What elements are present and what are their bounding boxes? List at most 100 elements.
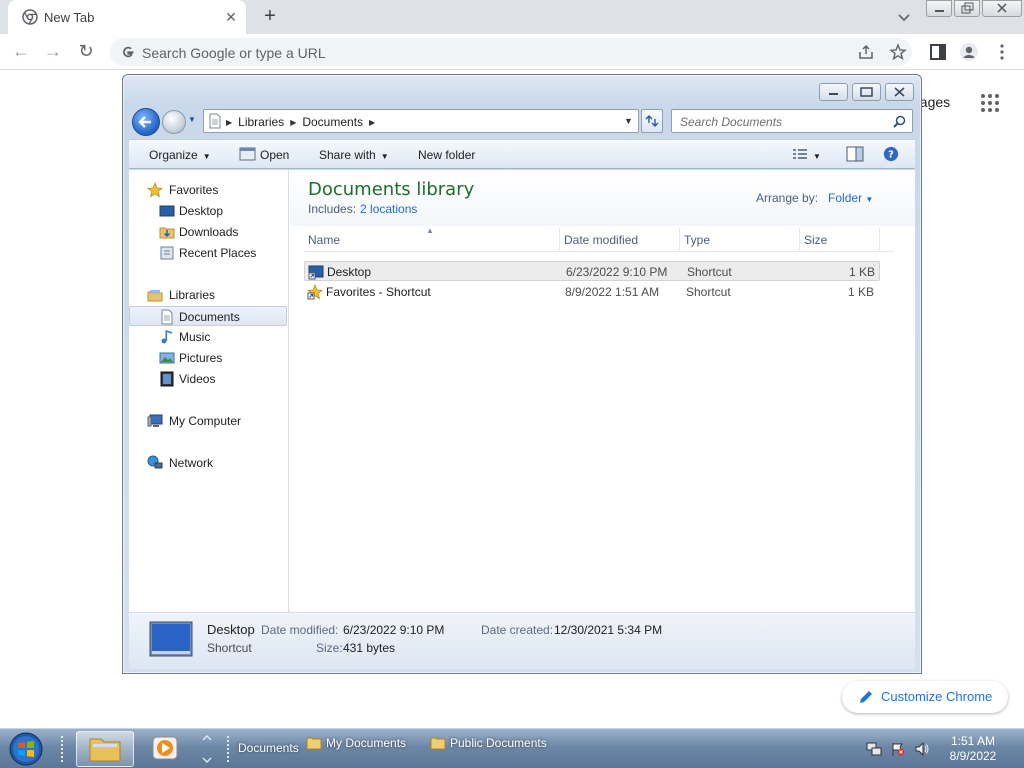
taskbar-media-player-button[interactable]	[138, 731, 196, 767]
forward-button[interactable]	[162, 110, 186, 134]
nav-documents[interactable]: Documents	[129, 306, 287, 326]
taskbar-scroll[interactable]	[200, 731, 214, 767]
open-button[interactable]: Open	[260, 148, 289, 162]
breadcrumb-separator-icon[interactable]: ▶	[369, 118, 375, 127]
preview-pane-icon[interactable]	[846, 146, 864, 162]
volume-icon[interactable]	[914, 742, 930, 756]
public-documents-icon	[430, 737, 446, 750]
back-button[interactable]	[132, 108, 160, 136]
file-name: Desktop	[327, 265, 372, 279]
help-icon[interactable]: ?	[882, 146, 900, 162]
taskbar: Documents My Documents Public Documents …	[0, 728, 1024, 768]
chevron-down-icon[interactable]	[894, 7, 914, 27]
command-bar: Organize ▼ Open Share with ▼ New folder ▼ …	[129, 139, 915, 169]
nav-music[interactable]: Music	[129, 327, 287, 347]
locations-link[interactable]: 2 locations	[360, 202, 417, 216]
nav-downloads-label: Downloads	[179, 225, 239, 239]
explorer-minimize-button[interactable]	[819, 83, 848, 101]
network-tray-icon[interactable]	[866, 742, 882, 756]
documents-toolbar-label[interactable]: Documents	[238, 741, 299, 755]
nav-pictures-label: Pictures	[179, 351, 223, 365]
view-options-icon[interactable]	[791, 146, 809, 162]
nav-my-computer[interactable]: My Computer	[129, 411, 287, 431]
file-date: 6/23/2022 9:10 PM	[566, 265, 668, 279]
tab-new-tab[interactable]: New Tab ✕	[8, 0, 246, 34]
apps-grid-icon[interactable]	[980, 93, 1000, 113]
forward-arrow-icon[interactable]: →	[41, 40, 65, 64]
explorer-body: Favorites Desktop Downloads Recent Place…	[129, 170, 915, 612]
library-header: Documents library Includes: 2 locations A…	[290, 170, 915, 226]
new-tab-button[interactable]: +	[258, 5, 282, 29]
nav-libraries[interactable]: Libraries	[129, 285, 287, 305]
address-dropdown-icon[interactable]: ▼	[624, 116, 633, 126]
close-button[interactable]	[982, 0, 1022, 17]
column-header-name[interactable]: Name	[304, 228, 560, 252]
new-folder-button[interactable]: New folder	[418, 148, 475, 162]
file-row-favorites-shortcut[interactable]: Favorites - Shortcut 8/9/2022 1:51 AM Sh…	[304, 282, 880, 302]
side-panel-icon[interactable]	[928, 42, 948, 62]
open-window-icon	[239, 147, 256, 161]
nav-favorites[interactable]: Favorites	[129, 180, 287, 200]
view-dropdown-icon[interactable]: ▼	[813, 148, 821, 162]
nav-recent-places[interactable]: Recent Places	[129, 243, 287, 263]
arrange-by-value: Folder	[828, 191, 863, 205]
history-dropdown-icon[interactable]: ▼	[188, 115, 198, 125]
toolbar-grip[interactable]	[226, 735, 230, 763]
my-documents-link[interactable]: My Documents	[326, 736, 406, 750]
restore-icon	[860, 87, 873, 97]
public-documents-link[interactable]: Public Documents	[450, 736, 547, 750]
arrange-by-dropdown[interactable]: Folder ▼	[828, 191, 873, 205]
close-tab-icon[interactable]: ✕	[222, 8, 240, 26]
breadcrumb-libraries[interactable]: Libraries	[238, 115, 284, 129]
nav-network-label: Network	[169, 456, 214, 470]
restore-button[interactable]	[954, 0, 980, 17]
breadcrumb-separator-icon[interactable]: ▶	[226, 118, 232, 127]
column-header-type[interactable]: Type	[680, 228, 800, 252]
customize-chrome-button[interactable]: Customize Chrome	[842, 681, 1008, 713]
tab-title: New Tab	[44, 10, 95, 25]
minimize-button[interactable]	[926, 0, 952, 17]
profile-avatar-icon[interactable]	[959, 42, 979, 62]
system-clock[interactable]: 1:51 AM 8/9/2022	[938, 734, 1008, 764]
scroll-up-icon	[202, 734, 212, 764]
search-documents-input[interactable]: Search Documents	[671, 109, 913, 133]
omnibox[interactable]: Search Google or type a URL	[110, 38, 912, 66]
taskbar-grip[interactable]	[60, 735, 64, 763]
address-bar[interactable]: ▶ Libraries ▶ Documents ▶ ▼	[203, 109, 639, 133]
refresh-icon	[645, 115, 659, 127]
bookmark-star-icon[interactable]	[889, 43, 907, 61]
nav-network[interactable]: Network	[129, 453, 287, 473]
nav-music-label: Music	[179, 330, 211, 344]
column-header-size[interactable]: Size	[800, 228, 880, 252]
explorer-close-button[interactable]	[885, 83, 914, 101]
nav-videos[interactable]: Videos	[129, 369, 287, 389]
back-arrow-icon[interactable]: ←	[9, 40, 33, 64]
share-with-label: Share with	[319, 148, 376, 162]
column-header-date-modified[interactable]: Date modified	[560, 228, 680, 252]
taskbar-explorer-button[interactable]	[76, 731, 134, 767]
organize-button[interactable]: Organize ▼	[149, 148, 211, 162]
chrome-toolbar: ← → ↻ Search Google or type a URL	[0, 34, 1024, 70]
minimize-icon	[829, 93, 838, 95]
file-row-desktop[interactable]: Desktop 6/23/2022 9:10 PM Shortcut 1 KB	[304, 261, 880, 281]
kebab-menu-icon[interactable]	[992, 42, 1012, 62]
search-icon[interactable]	[893, 115, 906, 128]
nav-downloads[interactable]: Downloads	[129, 222, 287, 242]
reload-icon[interactable]: ↻	[74, 40, 98, 64]
details-date-created-label: Date created:	[481, 623, 554, 637]
file-list-pane: Documents library Includes: 2 locations A…	[290, 170, 915, 612]
computer-icon	[147, 414, 163, 427]
organize-label: Organize	[149, 148, 198, 162]
nav-pictures[interactable]: Pictures	[129, 348, 287, 368]
breadcrumb-separator-icon[interactable]: ▶	[290, 118, 296, 127]
shortcut-star-icon	[307, 284, 323, 300]
start-orb-icon[interactable]	[6, 731, 46, 767]
documents-icon	[161, 309, 173, 325]
share-icon[interactable]	[857, 43, 875, 61]
explorer-restore-button[interactable]	[852, 83, 881, 101]
nav-desktop[interactable]: Desktop	[129, 201, 287, 221]
refresh-button[interactable]	[641, 109, 663, 133]
share-with-button[interactable]: Share with ▼	[319, 148, 389, 162]
breadcrumb-documents[interactable]: Documents	[302, 115, 363, 129]
action-center-flag-icon[interactable]	[890, 742, 906, 756]
